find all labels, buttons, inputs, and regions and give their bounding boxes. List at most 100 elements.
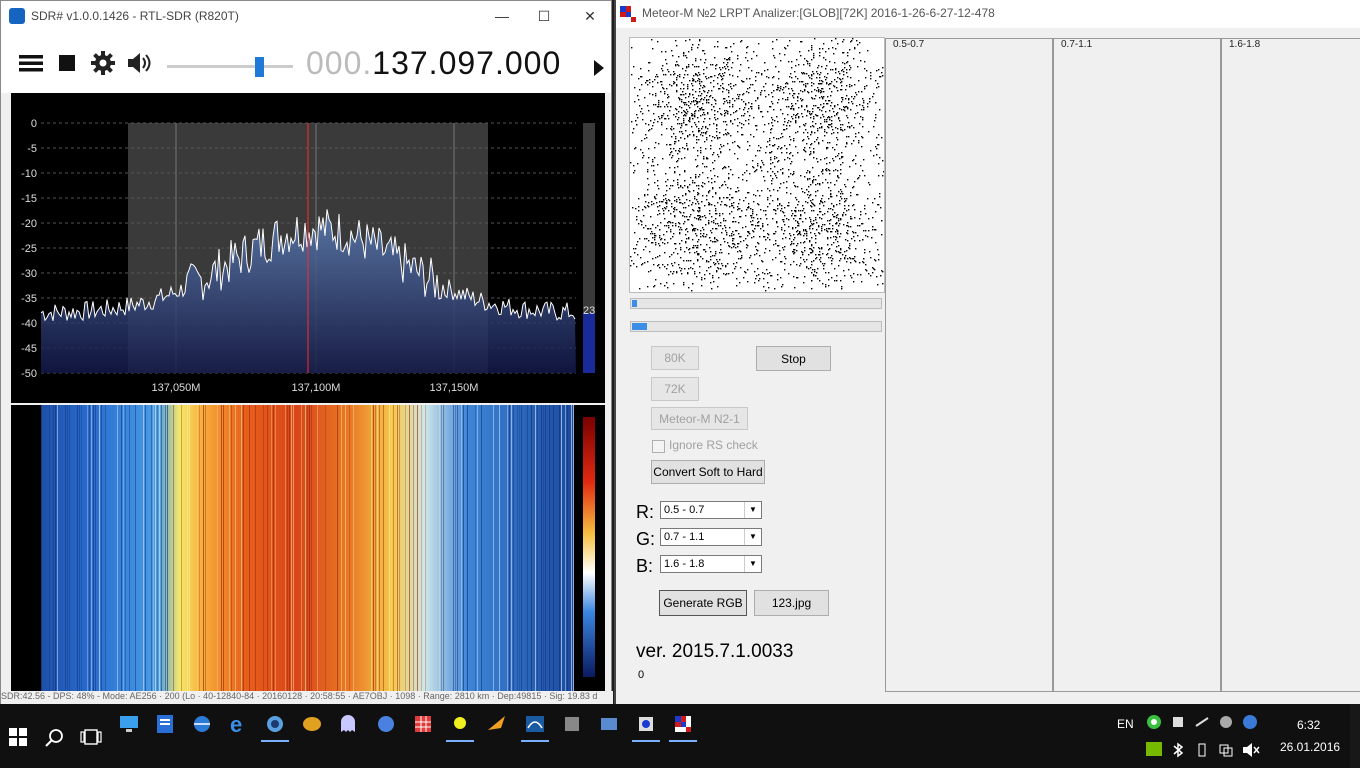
constellation-plot <box>629 37 885 293</box>
r-channel-label: R: <box>636 502 654 522</box>
rate-80k-button[interactable]: 80K <box>651 346 699 370</box>
output-file-button[interactable]: 123.jpg <box>754 590 829 616</box>
frequency-prefix: 000. <box>306 45 373 81</box>
ghost-app-icon[interactable] <box>334 710 362 738</box>
channel-panel-label: 0.5-0.7 <box>893 39 925 50</box>
frequency-value: 137.097.000 <box>372 45 562 81</box>
chevron-down-icon[interactable]: ▼ <box>744 556 761 572</box>
grid-app-icon[interactable] <box>409 710 437 738</box>
g-channel-value: 0.7 - 1.1 <box>664 531 705 543</box>
r-channel-select[interactable]: 0.5 - 0.7 ▼ <box>660 501 762 519</box>
y-tick-label: -45 <box>21 343 37 355</box>
y-tick-label: -40 <box>21 318 37 330</box>
clock-time[interactable]: 6:32 <box>1297 718 1320 732</box>
network-app-icon[interactable] <box>261 710 289 742</box>
y-tick-label: -50 <box>21 368 37 380</box>
sdr-window-title: SDR# v1.0.0.1426 - RTL-SDR (R820T) <box>31 9 239 23</box>
file-explorer-icon[interactable] <box>151 710 179 738</box>
channel-panel-2: 0.7-1.1 <box>1053 38 1221 692</box>
waterfall-colorbar <box>583 417 595 677</box>
channel-panel-label: 0.7-1.1 <box>1061 39 1093 50</box>
channel-panel-label: 1.6-1.8 <box>1229 39 1261 50</box>
stop-button[interactable]: Stop <box>756 346 831 371</box>
video-app-icon[interactable] <box>595 710 623 738</box>
tray-app-icon[interactable] <box>1218 714 1234 730</box>
mail-app-icon[interactable] <box>298 710 326 738</box>
volume-slider[interactable] <box>167 55 293 79</box>
tray-app-icon[interactable] <box>1146 714 1162 730</box>
sdr-app-icon <box>9 8 25 24</box>
task-view-icon[interactable] <box>80 729 102 745</box>
y-tick-label: -5 <box>27 143 37 155</box>
this-pc-icon[interactable] <box>115 710 143 738</box>
search-icon[interactable] <box>45 728 65 748</box>
windows-start-icon[interactable] <box>9 728 27 746</box>
edge-icon[interactable]: e <box>224 710 252 738</box>
b-channel-label: B: <box>636 556 654 576</box>
meteor-window: Meteor-M №2 LRPT Analizer:[GLOB][72K] 20… <box>614 0 1360 704</box>
chevron-down-icon[interactable]: ▼ <box>744 529 761 545</box>
blue-orb-icon[interactable] <box>372 710 400 738</box>
clock-date[interactable]: 26.01.2016 <box>1280 740 1340 754</box>
language-indicator[interactable]: EN <box>1117 717 1134 731</box>
g-channel-select[interactable]: 0.7 - 1.1 ▼ <box>660 528 762 546</box>
speaker-icon[interactable] <box>125 49 153 77</box>
r-channel-value: 0.5 - 0.7 <box>664 504 705 516</box>
rate-72k-button[interactable]: 72K <box>651 377 699 401</box>
notifications-icon[interactable] <box>1350 704 1360 768</box>
decode-progress-bar <box>630 321 882 332</box>
gear-icon[interactable] <box>89 49 117 77</box>
spectrum-analyzer[interactable]: 0 -5 -10 -15 -20 -25 -30 -35 -40 -45 -50 137,050M 1… <box>11 93 605 403</box>
g-channel-label: G: <box>636 529 656 549</box>
frequency-display[interactable]: 000.137.097.000 <box>306 45 561 82</box>
convert-soft-to-hard-button[interactable]: Convert Soft to Hard <box>651 460 765 484</box>
counter-label: 0 <box>638 669 645 681</box>
bluetooth-icon[interactable] <box>1172 742 1184 758</box>
meteor-titlebar[interactable]: Meteor-M №2 LRPT Analizer:[GLOB][72K] 20… <box>616 0 1360 28</box>
snr-value: 23 <box>583 305 595 317</box>
y-tick-label: -30 <box>21 268 37 280</box>
version-label: ver. 2015.7.1.0033 <box>636 641 794 662</box>
sdr-app-taskbar-icon[interactable] <box>521 710 549 742</box>
x-tick-label: 137,100M <box>292 382 341 394</box>
checkbox-label: Ignore RS check <box>669 438 758 452</box>
browser-globe-icon[interactable] <box>188 710 216 738</box>
x-tick-label: 137,050M <box>152 382 201 394</box>
globe-icon[interactable] <box>1242 714 1258 730</box>
b-channel-select[interactable]: 1.6 - 1.8 ▼ <box>660 555 762 573</box>
volume-slider-thumb[interactable] <box>254 57 264 77</box>
y-tick-label: -25 <box>21 243 37 255</box>
sdr-titlebar[interactable]: SDR# v1.0.0.1426 - RTL-SDR (R820T) — ☐ ✕ <box>1 1 611 31</box>
nvidia-icon[interactable] <box>1146 742 1162 756</box>
chevron-down-icon[interactable]: ▼ <box>744 502 761 518</box>
maximize-button[interactable]: ☐ <box>521 1 567 31</box>
y-tick-label: -15 <box>21 193 37 205</box>
close-button[interactable]: ✕ <box>567 1 613 31</box>
y-tick-label: -20 <box>21 218 37 230</box>
waterfall-display[interactable] <box>11 405 605 691</box>
tray-app-icon[interactable] <box>1194 714 1210 730</box>
sdr-status-text: SDR:42.56 - DPS: 48% - Mode: AE256 · 200… <box>1 691 613 705</box>
x-tick-label: 137,150M <box>430 382 479 394</box>
usb-icon[interactable] <box>1196 742 1208 758</box>
yellow-ball-icon[interactable] <box>446 710 474 742</box>
photo-app-icon[interactable] <box>558 710 586 738</box>
network-icon[interactable] <box>1218 742 1234 758</box>
menu-icon[interactable] <box>17 49 45 77</box>
satellite-mode-button[interactable]: Meteor-M N2-1 <box>651 407 748 430</box>
ignore-rs-checkbox[interactable]: Ignore RS check <box>652 438 782 454</box>
meteor-window-title: Meteor-M №2 LRPT Analizer:[GLOB][72K] 20… <box>642 6 995 20</box>
signal-progress-bar <box>630 298 882 309</box>
stop-icon[interactable] <box>53 49 81 77</box>
minimize-button[interactable]: — <box>479 1 525 31</box>
checkbox-box[interactable] <box>652 440 665 453</box>
speaker-muted-icon[interactable] <box>1242 742 1260 758</box>
meteor-app-icon <box>620 6 636 22</box>
analyzer-app-icon[interactable] <box>632 710 660 742</box>
tray-app-icon[interactable] <box>1170 714 1186 730</box>
satellite-app-icon[interactable] <box>483 710 511 738</box>
generate-rgb-button[interactable]: Generate RGB <box>659 590 747 616</box>
meteor-taskbar-icon[interactable] <box>669 710 697 742</box>
constellation-dots <box>630 38 885 292</box>
play-arrow-icon[interactable] <box>593 59 605 77</box>
